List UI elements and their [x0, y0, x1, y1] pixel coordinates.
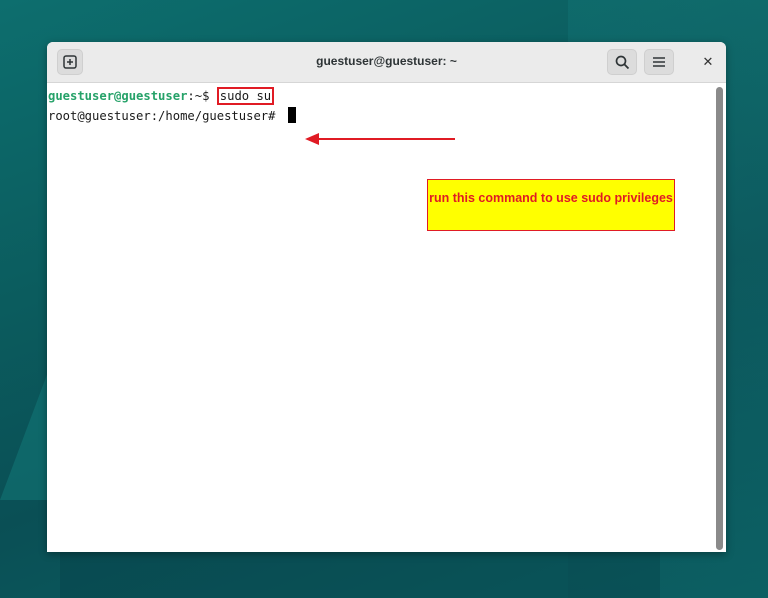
scrollbar-thumb[interactable]	[716, 87, 723, 550]
command-highlight: sudo su	[216, 87, 275, 105]
terminal-window: guestuser@guestuser: ~ ✕ guestuser@guest…	[47, 42, 726, 552]
annotation-arrow	[305, 133, 455, 145]
hamburger-menu-icon	[653, 57, 665, 67]
search-button[interactable]	[607, 49, 637, 75]
title-bar[interactable]: guestuser@guestuser: ~ ✕	[47, 42, 726, 83]
menu-button[interactable]	[644, 49, 674, 75]
prompt-user: guestuser@guestuser	[48, 89, 188, 103]
close-icon: ✕	[702, 54, 714, 70]
root-prompt: root@guestuser:/home/guestuser#	[48, 109, 283, 123]
vertical-scrollbar[interactable]	[716, 87, 723, 550]
annotation-note: run this command to use sudo privileges	[427, 179, 675, 231]
terminal-line: guestuser@guestuser:~$ sudo su	[48, 87, 275, 105]
prompt-path: :~$	[187, 89, 217, 103]
terminal-area[interactable]: guestuser@guestuser:~$ sudo su root@gues…	[47, 83, 726, 552]
command-text: sudo su	[219, 89, 272, 103]
close-button[interactable]: ✕	[695, 49, 721, 75]
terminal-line: root@guestuser:/home/guestuser#	[48, 107, 296, 124]
search-icon	[615, 55, 629, 69]
text-cursor	[287, 107, 296, 123]
